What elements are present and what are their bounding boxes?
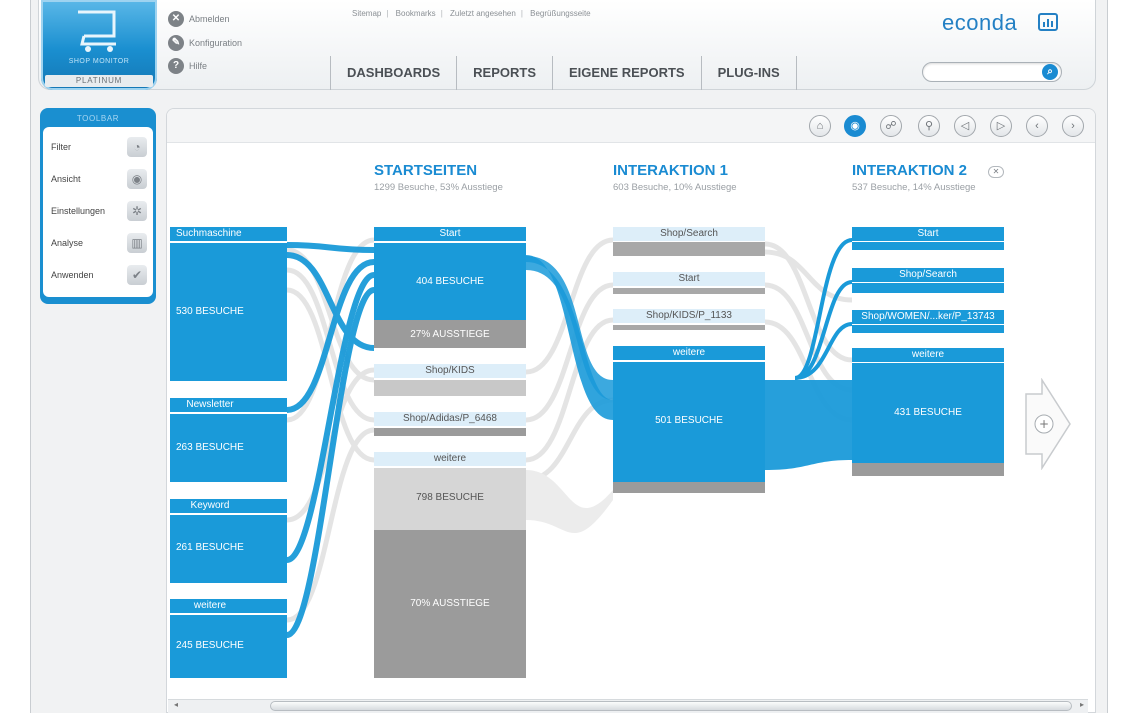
source-visits: 245 BESUCHE xyxy=(176,640,244,651)
node-visits: 798 BESUCHE xyxy=(416,492,484,503)
node-visits: 501 BESUCHE xyxy=(655,415,723,426)
node-label[interactable]: weitere xyxy=(374,453,526,464)
node-label[interactable]: Shop/Search xyxy=(613,228,765,239)
node-label[interactable]: Shop/Search xyxy=(852,269,1004,280)
column-title-interaktion-1: INTERAKTION 1 xyxy=(613,162,729,179)
add-interaction-arrow[interactable]: + xyxy=(1024,378,1072,470)
source-label[interactable]: Newsletter xyxy=(170,399,250,410)
node-label[interactable]: Shop/WOMEN/...ker/P_13743 xyxy=(852,311,1004,322)
column-title-interaktion-2: INTERAKTION 2 xyxy=(852,162,968,179)
node-visits: 404 BESUCHE xyxy=(416,276,484,287)
source-label[interactable]: weitere xyxy=(170,600,250,611)
node-label[interactable]: Shop/KIDS/P_1133 xyxy=(613,310,765,321)
node-label[interactable]: Shop/Adidas/P_6468 xyxy=(374,413,526,424)
node-label[interactable]: Start xyxy=(374,228,526,239)
scrollbar-thumb[interactable] xyxy=(270,701,1072,711)
node-exits: 70% AUSSTIEGE xyxy=(410,598,490,609)
node-label[interactable]: Start xyxy=(852,228,1004,239)
svg-text:+: + xyxy=(1039,417,1049,431)
node-label[interactable]: weitere xyxy=(852,349,1004,360)
source-visits: 263 BESUCHE xyxy=(176,442,244,453)
column-sub-startseiten: 1299 Besuche, 53% Ausstiege xyxy=(374,182,503,193)
column-title-startseiten: STARTSEITEN xyxy=(374,162,478,179)
source-visits: 261 BESUCHE xyxy=(176,542,244,553)
source-label[interactable]: Suchmaschine xyxy=(170,228,287,239)
scroll-left-icon[interactable]: ◂ xyxy=(174,700,178,709)
node-exits: 27% AUSSTIEGE xyxy=(410,329,490,340)
source-label[interactable]: Keyword xyxy=(170,500,250,511)
node-visits: 431 BESUCHE xyxy=(894,407,962,418)
node-label[interactable]: Shop/KIDS xyxy=(374,365,526,376)
column-sub-interaktion-2: 537 Besuche, 14% Ausstiege xyxy=(852,182,976,193)
column-sub-interaktion-1: 603 Besuche, 10% Ausstiege xyxy=(613,182,737,193)
close-icon[interactable]: ✕ xyxy=(988,166,1004,178)
source-visits: 530 BESUCHE xyxy=(176,306,244,317)
node-label[interactable]: Start xyxy=(613,273,765,284)
scroll-right-icon[interactable]: ▸ xyxy=(1080,700,1084,709)
node-label[interactable]: weitere xyxy=(613,347,765,358)
